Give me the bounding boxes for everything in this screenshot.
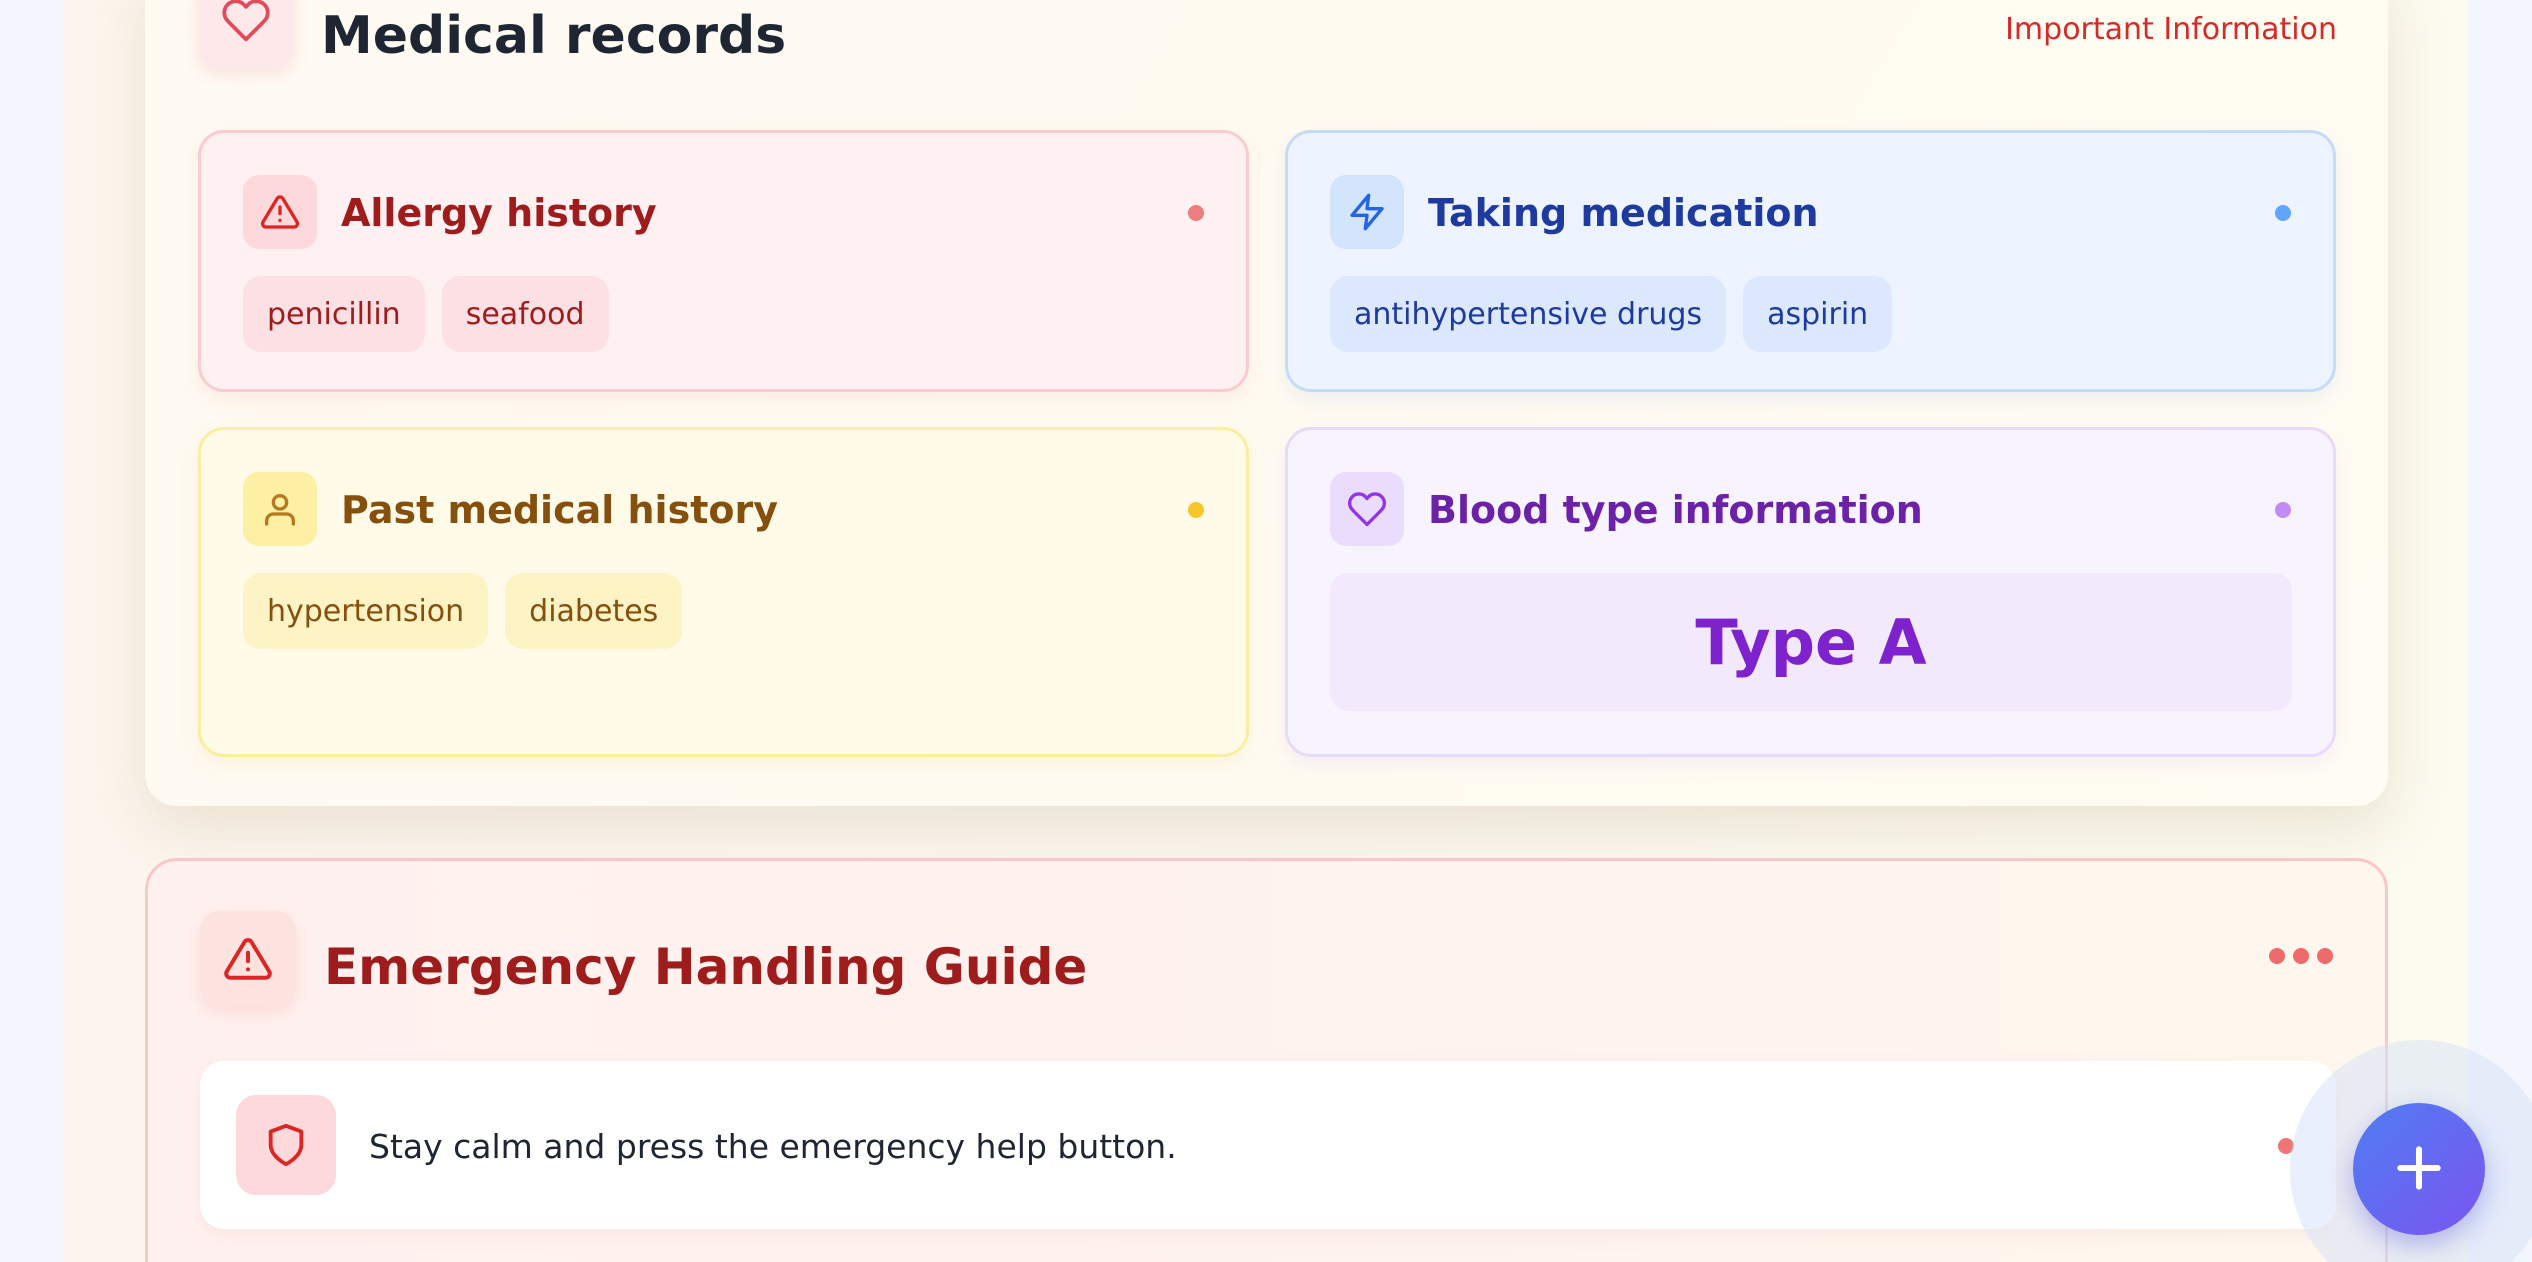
shield-icon <box>236 1095 336 1195</box>
alert-triangle-icon <box>243 175 317 249</box>
status-dot <box>2275 205 2291 221</box>
taking-medication-title: Taking medication <box>1428 191 1819 235</box>
status-dot <box>1188 205 1204 221</box>
allergy-tag: penicillin <box>243 276 425 352</box>
emergency-guide-card: Emergency Handling Guide Stay calm and p… <box>145 858 2388 1262</box>
emergency-step-text: Stay calm and press the emergency help b… <box>369 1127 1177 1166</box>
blood-type-value: Type A <box>1695 605 1927 679</box>
heart-icon <box>1330 472 1404 546</box>
indicator-dot <box>2269 948 2285 964</box>
plus-icon <box>2391 1140 2447 1199</box>
allergy-tag: seafood <box>441 276 609 352</box>
condition-tag-list: hypertension diabetes <box>243 573 683 649</box>
indicator-dot <box>2293 948 2309 964</box>
page-title: Medical records <box>321 6 787 66</box>
condition-tag: hypertension <box>243 573 489 649</box>
alert-triangle-icon <box>200 911 296 1007</box>
blood-type-panel: Blood type information Type A <box>1285 427 2336 757</box>
important-information-link[interactable]: Important Information <box>2005 12 2337 47</box>
allergy-tag-list: penicillin seafood <box>243 276 609 352</box>
emergency-step-item[interactable]: Stay calm and press the emergency help b… <box>200 1061 2336 1229</box>
status-dot <box>1188 502 1204 518</box>
lightning-icon <box>1330 175 1404 249</box>
status-dot <box>2275 502 2291 518</box>
allergy-history-panel: Allergy history penicillin seafood <box>198 130 1249 392</box>
indicator-dot <box>2317 948 2333 964</box>
taking-medication-panel: Taking medication antihypertensive drugs… <box>1285 130 2336 392</box>
medical-records-card: Medical records Important Information Al… <box>145 0 2388 806</box>
medication-tag: antihypertensive drugs <box>1330 276 1727 352</box>
condition-tag: diabetes <box>505 573 683 649</box>
medication-tag-list: antihypertensive drugs aspirin <box>1330 276 1893 352</box>
heart-icon <box>198 0 294 68</box>
medication-tag: aspirin <box>1743 276 1893 352</box>
more-dots-indicator <box>2269 948 2333 964</box>
past-medical-history-panel: Past medical history hypertension diabet… <box>198 427 1249 757</box>
blood-type-title: Blood type information <box>1428 488 1923 532</box>
add-button[interactable] <box>2353 1103 2485 1235</box>
emergency-guide-title: Emergency Handling Guide <box>324 938 1088 996</box>
user-icon <box>243 472 317 546</box>
allergy-history-title: Allergy history <box>341 191 657 235</box>
blood-type-display: Type A <box>1330 573 2292 711</box>
past-medical-history-title: Past medical history <box>341 488 778 532</box>
